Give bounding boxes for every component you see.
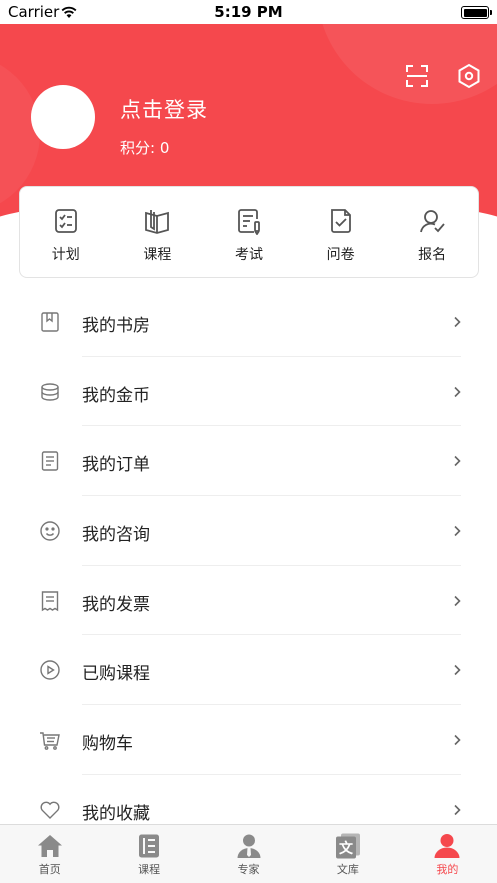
menu-item-label: 我的书房 (82, 316, 150, 336)
settings-icon[interactable] (456, 63, 482, 89)
menu-item-label: 已购课程 (82, 664, 150, 685)
chevron-right-icon (454, 735, 461, 746)
battery-icon (461, 6, 492, 19)
menu-item-purchased-courses[interactable]: 已购课程 (0, 635, 497, 706)
quick-action-label: 计划 (51, 247, 80, 263)
quick-action-label: 考试 (234, 247, 263, 263)
menu-list: 我的书房 我的金币 我的订单 我的咨询 我的发票 已购课程 购物车 我的收藏 (0, 287, 497, 845)
chevron-right-icon (454, 525, 461, 537)
menu-item-label: 我的收藏 (82, 803, 150, 824)
quick-action-signup[interactable]: 报名 (386, 187, 478, 277)
points-label: 积分: 0 (120, 139, 170, 157)
menu-item-coins[interactable]: 我的金币 (0, 357, 497, 427)
quick-action-survey[interactable]: 问卷 (295, 187, 387, 277)
quick-action-label: 问卷 (326, 247, 355, 263)
tab-label: 课程 (138, 863, 161, 876)
smile-icon (40, 521, 60, 541)
chevron-right-icon (454, 386, 461, 397)
bookmark-icon (41, 312, 59, 332)
tab-label: 我的 (436, 863, 459, 876)
chevron-right-icon (454, 665, 461, 676)
login-prompt[interactable]: 点击登录 (120, 94, 208, 124)
library-icon: 文 (335, 833, 360, 859)
tab-label: 专家 (237, 863, 260, 876)
menu-item-label: 我的订单 (82, 455, 150, 476)
scan-icon[interactable] (405, 64, 429, 88)
avatar[interactable] (31, 85, 95, 149)
checklist-icon (54, 209, 77, 233)
menu-item-label: 我的发票 (82, 594, 150, 615)
quick-action-label: 报名 (418, 247, 447, 263)
tab-expert[interactable]: 专家 (199, 825, 298, 883)
menu-item-cart[interactable]: 购物车 (0, 705, 497, 775)
chevron-right-icon (454, 316, 461, 328)
tab-course[interactable]: 课程 (99, 825, 198, 883)
chevron-right-icon (454, 595, 461, 606)
coins-icon (41, 382, 59, 401)
signup-icon (420, 210, 445, 233)
quick-action-exam[interactable]: 考试 (203, 187, 295, 277)
chevron-right-icon (454, 456, 461, 467)
chevron-right-icon (454, 804, 461, 815)
receipt-icon (41, 591, 59, 611)
menu-item-label: 购物车 (82, 734, 133, 755)
library-glyph: 文 (339, 840, 354, 857)
menu-item-study[interactable]: 我的书房 (0, 287, 497, 357)
menu-item-orders[interactable]: 我的订单 (0, 426, 497, 497)
tab-home[interactable]: 首页 (0, 825, 99, 883)
play-icon (40, 660, 60, 681)
quick-action-plan[interactable]: 计划 (20, 187, 112, 277)
quick-action-label: 课程 (143, 247, 172, 263)
exam-icon (238, 209, 260, 235)
tab-profile[interactable]: 我的 (398, 825, 497, 883)
clock: 5:19 PM (214, 3, 283, 21)
menu-item-invoice[interactable]: 我的发票 (0, 566, 497, 636)
cart-icon (40, 732, 60, 751)
tab-library[interactable]: 文 文库 (298, 825, 397, 883)
heart-icon (40, 801, 60, 819)
menu-item-label: 我的咨询 (82, 525, 150, 546)
tab-label: 文库 (336, 863, 359, 876)
quick-action-course[interactable]: 课程 (112, 187, 204, 277)
status-bar: Carrier 5:19 PM (0, 0, 497, 24)
book-icon (145, 210, 170, 234)
home-icon (37, 835, 62, 857)
order-icon (41, 451, 59, 472)
menu-item-consult[interactable]: 我的咨询 (0, 496, 497, 566)
survey-icon (330, 209, 351, 233)
expert-icon (237, 834, 261, 858)
course-icon (139, 834, 160, 858)
tab-label: 首页 (38, 863, 61, 876)
profile-icon (434, 834, 460, 858)
menu-item-label: 我的金币 (82, 385, 150, 406)
quick-actions-card: 计划 课程 考试 问卷 报名 (19, 186, 479, 278)
bottom-tab-bar: 首页 课程 专家 文 文库 我的 (0, 824, 497, 883)
